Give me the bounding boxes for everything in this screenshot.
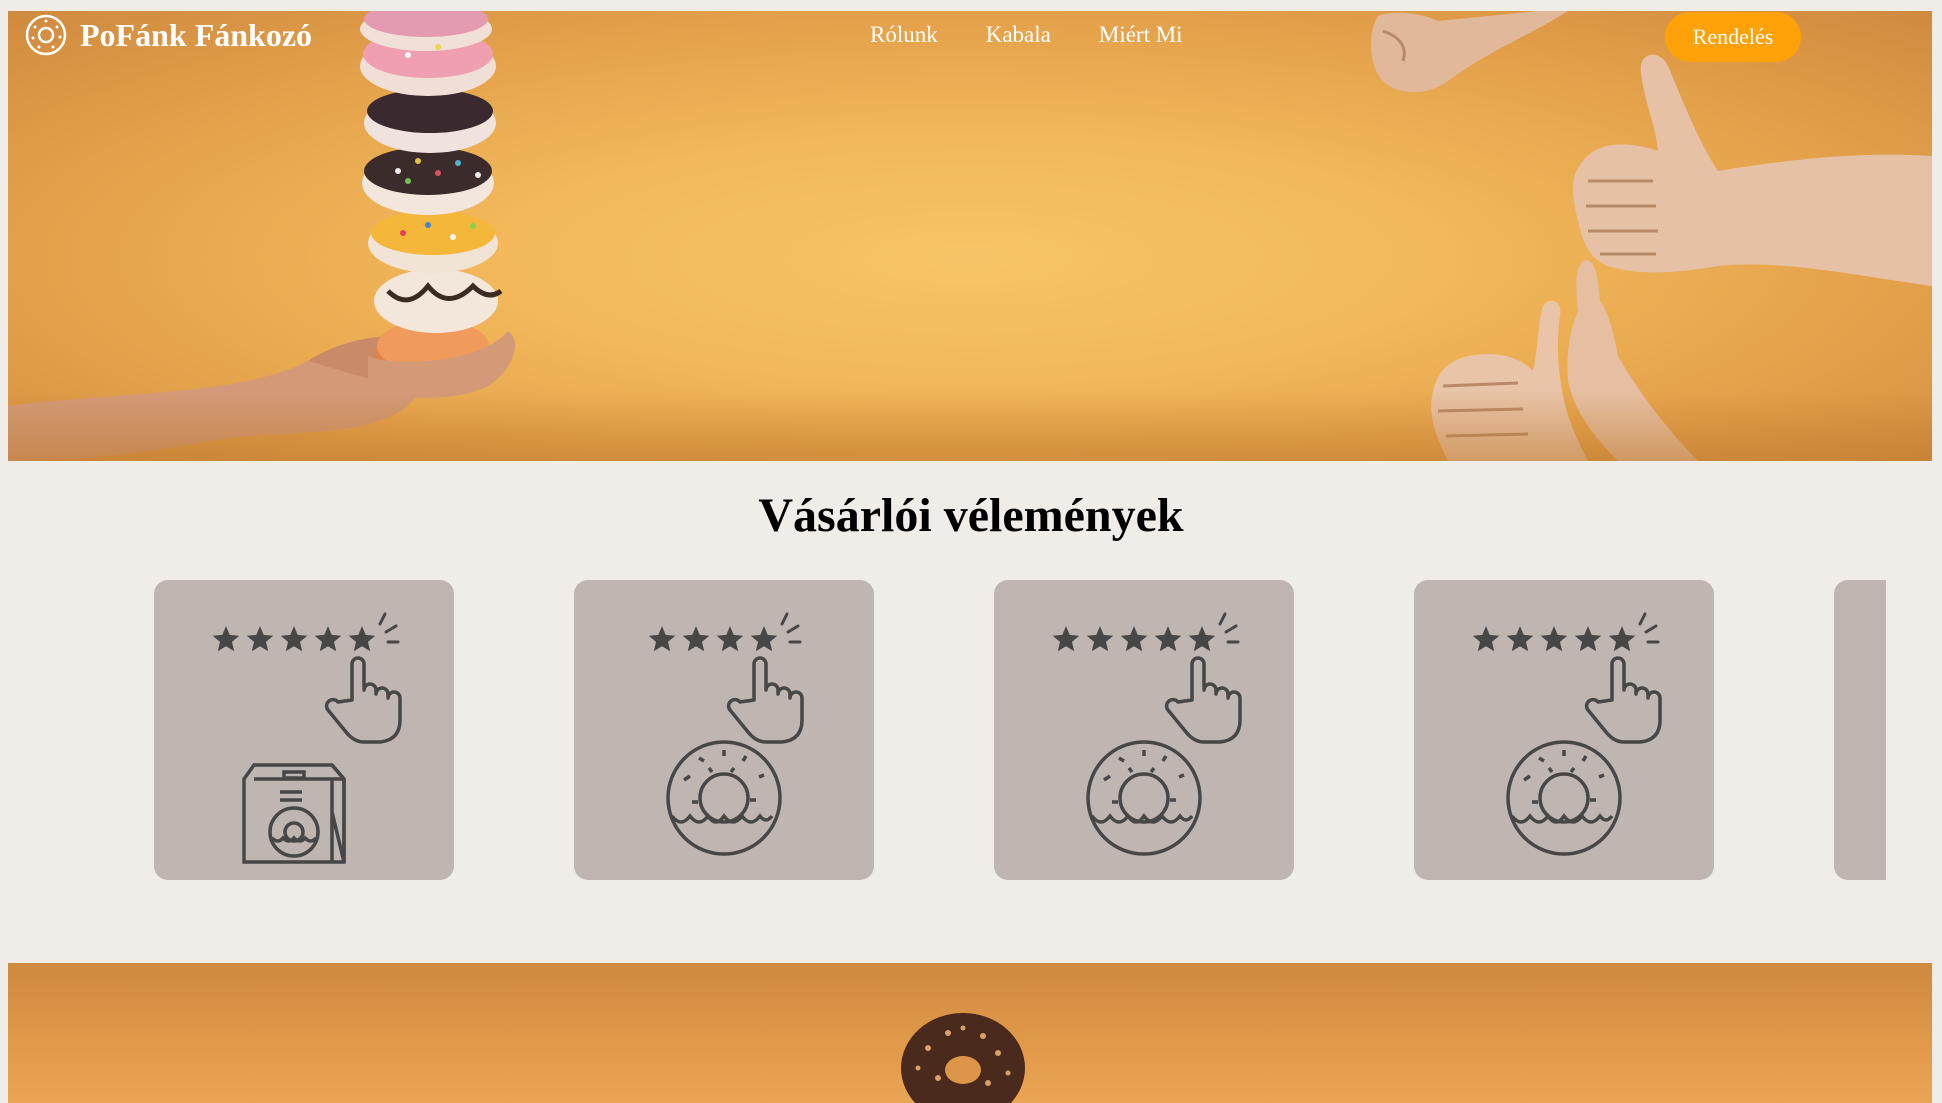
star-icon (1188, 626, 1216, 652)
nav-link-kabala[interactable]: Kabala (986, 22, 1051, 48)
donut-icon (1086, 740, 1202, 856)
chocolate-donut-image (901, 1013, 1025, 1103)
next-section-banner (8, 963, 1932, 1103)
rating-illustration (1472, 612, 1662, 856)
star-icon (1086, 626, 1114, 652)
pointing-hand-icon (726, 656, 804, 744)
hero-banner (8, 11, 1932, 461)
star-icon (1540, 626, 1568, 652)
review-card[interactable] (574, 580, 874, 880)
brand-name: PoFánk Fánkozó (80, 16, 313, 53)
pointing-hand-icon (1164, 656, 1242, 744)
star-icon (1120, 626, 1148, 652)
star-icon (314, 626, 342, 652)
order-button[interactable]: Rendelés (1665, 12, 1801, 62)
reviews-title: Vásárlói vélemények (758, 489, 1184, 542)
pointing-hand-icon (1584, 656, 1662, 744)
review-card[interactable] (994, 580, 1294, 880)
donut-logo-icon (25, 14, 67, 56)
star-icon (648, 626, 676, 652)
sparkle-icon (378, 612, 400, 644)
brand[interactable]: PoFánk Fánkozó (24, 11, 312, 59)
star-icon (280, 626, 308, 652)
main-nav: Rólunk Kabala Miért Mi (870, 11, 1183, 59)
rating-illustration (1052, 612, 1242, 856)
nav-link-miert-mi[interactable]: Miért Mi (1099, 22, 1183, 48)
sparkle-icon (1218, 612, 1240, 644)
sparkle-icon (1638, 612, 1660, 644)
star-icon (1574, 626, 1602, 652)
star-icon (716, 626, 744, 652)
review-card[interactable] (1414, 580, 1714, 880)
star-icon (212, 626, 240, 652)
star-icon (1506, 626, 1534, 652)
star-icon (1154, 626, 1182, 652)
sparkle-icon (780, 612, 802, 644)
star-icon (1608, 626, 1636, 652)
review-card[interactable] (154, 580, 454, 880)
pointing-hand-icon (324, 656, 402, 744)
star-icon (246, 626, 274, 652)
rating-illustration (212, 612, 402, 864)
donut-icon (1506, 740, 1622, 856)
donut-icon (666, 740, 782, 856)
hero-shade (8, 391, 1932, 461)
review-card[interactable] (1834, 580, 1886, 880)
star-icon (348, 626, 376, 652)
nav-link-rolunk[interactable]: Rólunk (870, 22, 938, 48)
star-icon (750, 626, 778, 652)
star-icon (1052, 626, 1080, 652)
star-icon (1472, 626, 1500, 652)
star-icon (682, 626, 710, 652)
donut-bag-icon (242, 763, 346, 864)
rating-illustration (648, 612, 804, 856)
